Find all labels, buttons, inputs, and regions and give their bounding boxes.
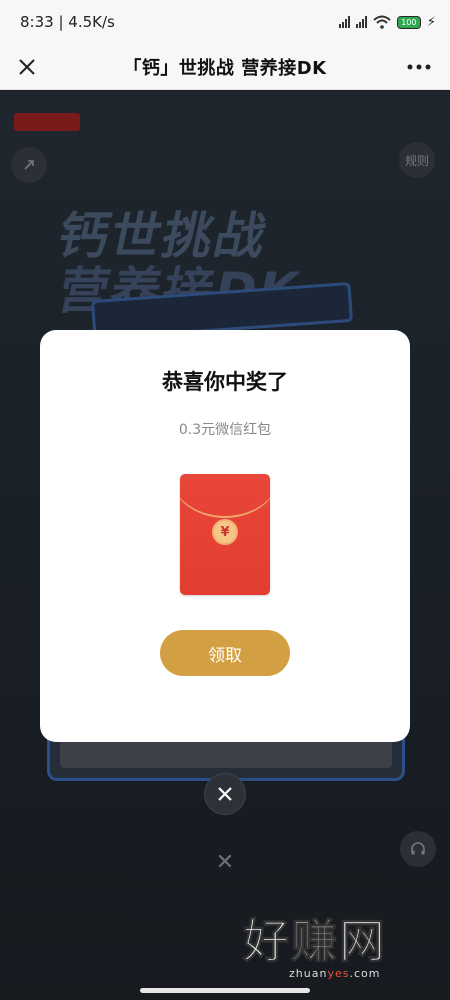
home-indicator [140, 988, 310, 993]
watermark-main: 好赚网 [243, 914, 387, 968]
modal-title: 恭喜你中奖了 [162, 370, 288, 394]
activity-tag [14, 113, 80, 131]
close-icon [218, 787, 232, 801]
headphone-icon[interactable] [400, 831, 436, 867]
close-icon[interactable] [12, 52, 42, 82]
charging-icon: ⚡ [426, 14, 436, 30]
share-icon[interactable] [11, 147, 47, 183]
red-envelope-icon: ¥ [180, 474, 270, 595]
watermark: 好赚网 zhuanyes.com [243, 915, 438, 983]
watermark-url: zhuanyes.com [289, 967, 381, 980]
more-icon[interactable] [404, 52, 434, 82]
page-title: 「钙」世挑战 营养接DK [123, 57, 327, 79]
status-left: 8:33 | 4.5K/s [20, 13, 115, 31]
status-bar: 8:33 | 4.5K/s 100 ⚡ [0, 0, 450, 44]
background-close-icon: ✕ [215, 849, 235, 875]
prize-description: 0.3元微信红包 [178, 422, 272, 438]
envelope-flap [180, 474, 270, 518]
rules-button[interactable]: 规则 [399, 142, 435, 178]
yuan-coin-icon: ¥ [212, 519, 238, 545]
prize-modal: 恭喜你中奖了 0.3元微信红包 ¥ 领取 [40, 330, 410, 742]
signal-2-icon [355, 16, 367, 28]
modal-close-button[interactable] [204, 773, 246, 815]
claim-button[interactable]: 领取 [160, 630, 290, 676]
title-bar: 「钙」世挑战 营养接DK [0, 44, 450, 90]
clock: 8:33 [20, 13, 54, 31]
battery-icon: 100 [396, 15, 421, 29]
wifi-icon [373, 15, 391, 29]
network-speed: 4.5K/s [68, 13, 115, 31]
signal-icon [338, 16, 350, 28]
status-right: 100 ⚡ [338, 14, 436, 30]
